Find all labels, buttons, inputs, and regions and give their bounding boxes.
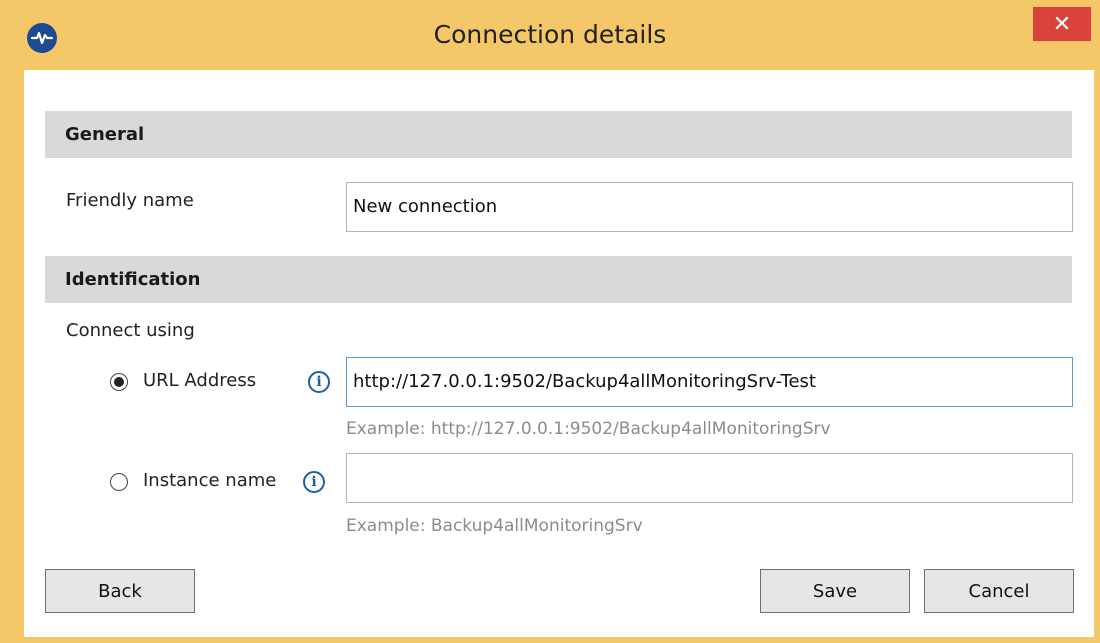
instance-name-input[interactable] <box>346 453 1073 503</box>
url-address-label[interactable]: URL Address <box>143 370 256 391</box>
save-button[interactable]: Save <box>760 569 910 613</box>
dialog-body: General Friendly name New connection Ide… <box>24 70 1094 637</box>
url-example-hint: Example: http://127.0.0.1:9502/Backup4al… <box>346 419 831 439</box>
instance-name-radio[interactable] <box>110 473 128 491</box>
info-icon[interactable]: i <box>308 371 330 393</box>
friendly-name-label: Friendly name <box>66 190 194 211</box>
url-address-radio[interactable] <box>110 373 128 391</box>
identification-section-header: Identification <box>45 256 1072 303</box>
window-title: Connection details <box>433 20 667 49</box>
info-icon[interactable]: i <box>303 471 325 493</box>
connection-details-window: Connection details ✕ General Friendly na… <box>0 0 1100 643</box>
back-button[interactable]: Back <box>45 569 195 613</box>
close-icon: ✕ <box>1052 11 1072 37</box>
general-section-header: General <box>45 111 1072 158</box>
connect-using-label: Connect using <box>66 320 195 341</box>
instance-name-label[interactable]: Instance name <box>143 470 276 491</box>
close-button[interactable]: ✕ <box>1033 7 1091 41</box>
url-address-input[interactable]: http://127.0.0.1:9502/Backup4allMonitori… <box>346 357 1073 407</box>
friendly-name-input[interactable]: New connection <box>346 182 1073 232</box>
instance-example-hint: Example: Backup4allMonitoringSrv <box>346 516 643 536</box>
cancel-button[interactable]: Cancel <box>924 569 1074 613</box>
title-bar[interactable]: Connection details ✕ <box>0 0 1100 70</box>
